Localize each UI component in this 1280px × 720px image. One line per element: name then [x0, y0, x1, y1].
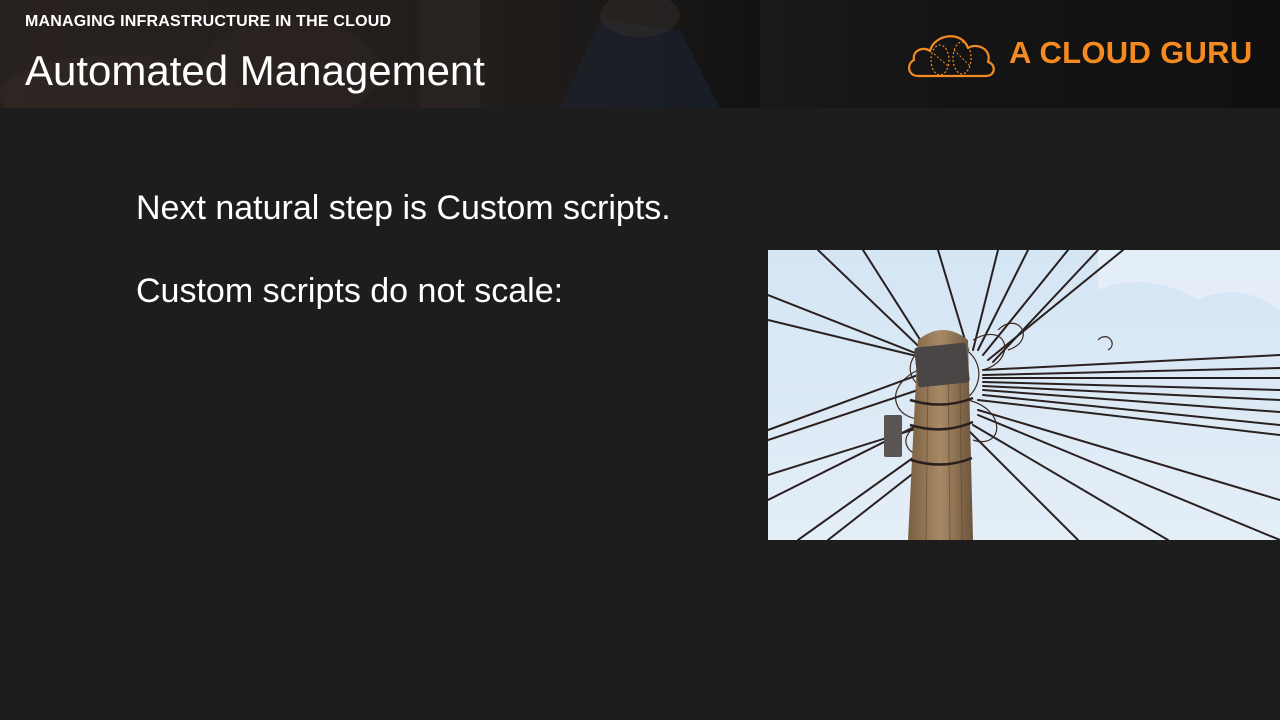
brand-name: A CLOUD GURU [1009, 35, 1253, 70]
cloud-logo-icon [908, 35, 995, 78]
content-line: Custom scripts do not scale: [136, 272, 564, 310]
slide: MANAGING INFRASTRUCTURE IN THE CLOUD Aut… [0, 0, 1280, 720]
course-label: MANAGING INFRASTRUCTURE IN THE CLOUD [25, 13, 392, 30]
content-line: Next natural step is Custom scripts. [136, 189, 671, 227]
slide-title: Automated Management [25, 47, 485, 94]
bullet-content: Next natural step is Custom scripts. Cus… [136, 186, 756, 313]
tangled-wires-pole-illustration [768, 250, 1280, 540]
tangled-wires-pole-photo [768, 250, 1280, 540]
brand-logo: A CLOUD GURU [904, 26, 1252, 82]
header-banner: MANAGING INFRASTRUCTURE IN THE CLOUD Aut… [0, 0, 1280, 108]
